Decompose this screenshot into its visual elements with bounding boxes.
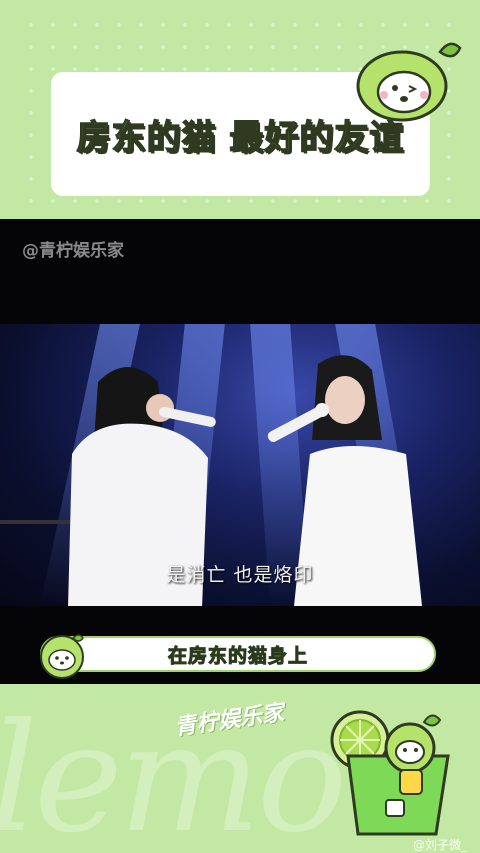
footer-area: lemon 青柠娱乐家 @刘子微_ <box>0 684 480 853</box>
lemon-mascot-icon <box>356 42 462 122</box>
lyric-bar: 在房东的猫身上 <box>40 636 436 672</box>
video-subtitle: 是消亡 也是烙印 <box>166 564 314 586</box>
weibo-handle: @刘子微_ <box>413 838 468 852</box>
watermark: @青柠娱乐家 <box>22 241 124 261</box>
lemon-mascot-small-icon <box>40 634 84 679</box>
lyric-text: 在房东的猫身上 <box>167 644 308 667</box>
lemon-drink-mascot-icon <box>330 710 450 836</box>
video-player[interactable]: @青柠娱乐家 是消亡 也是烙印 <box>0 219 480 684</box>
